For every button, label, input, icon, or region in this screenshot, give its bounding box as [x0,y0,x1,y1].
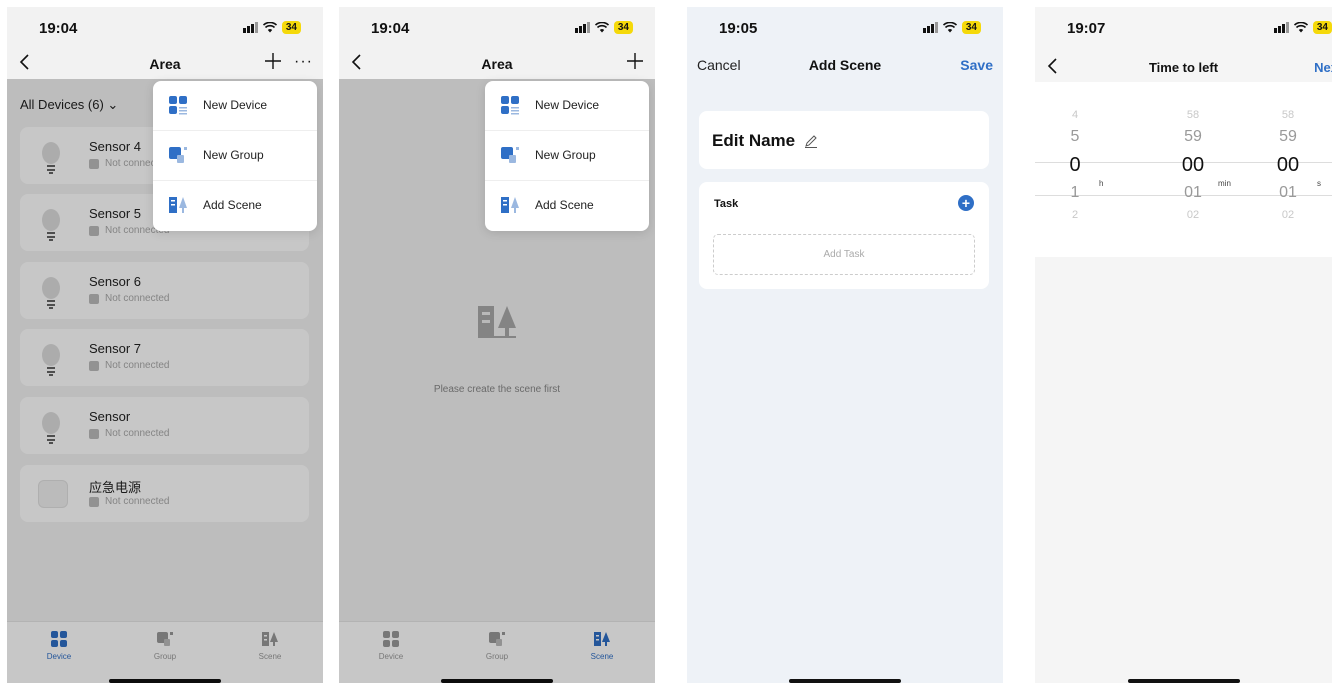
home-indicator [789,679,901,683]
home-indicator [1127,679,1240,683]
pencil-icon[interactable] [804,134,818,148]
page-title: Add Scene [808,57,882,73]
page-title: Area [481,56,513,72]
page-body [1035,257,1332,683]
seconds-wheel[interactable]: 58 59 00 01 02 [1268,104,1308,226]
status-time: 19:04 [371,20,410,37]
unit-seconds: s [1317,179,1321,188]
new-group-icon [501,147,519,163]
new-device-icon [501,96,519,115]
wifi-icon [1293,22,1308,33]
task-card: Task + Add Task [699,182,989,289]
status-time: 19:05 [719,20,758,37]
battery-indicator: 34 [961,21,981,34]
phone-add-scene: 19:05 34 Cancel Add Scene Save Edit Name… [687,7,1003,683]
signal-icon [1273,22,1289,33]
new-group-icon [169,147,187,163]
nav-bar: Time to left Nex [1035,53,1332,83]
status-icons: 34 [922,21,981,34]
unit-hours: h [1099,179,1104,188]
add-menu: New Device New Group Add Scene [485,81,649,231]
task-header: Task [714,198,739,210]
menu-item-add-scene[interactable]: Add Scene [485,181,649,231]
nav-bar: Area [339,49,655,79]
menu-item-add-scene[interactable]: Add Scene [153,181,317,231]
stage: 19:04 34 Area ··· All Devices (6) ⌄ Sens… [0,0,1332,683]
plus-icon[interactable] [263,51,283,71]
battery-indicator: 34 [1312,21,1332,34]
battery-indicator: 34 [281,21,301,34]
nav-bar: Area ··· [7,49,323,79]
page-title: Time to left [1148,60,1219,75]
new-device-icon [169,96,187,115]
scene-name-card[interactable]: Edit Name [699,111,989,169]
status-icons: 34 [242,21,301,34]
scene-name: Edit Name [712,131,796,150]
battery-indicator: 34 [613,21,633,34]
unit-minutes: min [1218,179,1231,188]
status-bar: 19:05 34 [687,7,1003,47]
add-task-plus-icon[interactable]: + [958,195,974,211]
status-bar: 19:04 34 [339,7,655,47]
phone-time-picker: 19:07 34 Time to left Nex 4 5 0 1 2 58 [1035,7,1332,683]
signal-icon [242,22,258,33]
time-picker[interactable]: 4 5 0 1 2 58 59 00 01 02 58 59 00 01 02 [1035,82,1332,257]
status-bar: 19:04 34 [7,7,323,47]
add-task-button[interactable]: Add Task [713,234,975,275]
status-time: 19:04 [39,20,78,37]
plus-icon[interactable] [625,51,645,71]
next-button[interactable]: Nex [1314,60,1332,75]
status-icons: 34 [574,21,633,34]
wifi-icon [262,22,277,33]
add-scene-icon [169,197,187,213]
minutes-wheel[interactable]: 58 59 00 01 02 [1173,104,1213,226]
status-time: 19:07 [1067,20,1106,37]
phone-device-list: 19:04 34 Area ··· All Devices (6) ⌄ Sens… [7,7,323,683]
menu-item-new-device[interactable]: New Device [485,81,649,131]
signal-icon [574,22,590,33]
more-icon[interactable]: ··· [294,53,313,71]
wifi-icon [594,22,609,33]
save-button[interactable]: Save [960,57,993,73]
menu-item-new-group[interactable]: New Group [153,131,317,181]
menu-item-new-group[interactable]: New Group [485,131,649,181]
add-scene-icon [501,197,519,213]
wifi-icon [942,22,957,33]
phone-scene-empty: 19:04 34 Area Please create the scene fi… [339,7,655,683]
add-menu: New Device New Group Add Scene [153,81,317,231]
signal-icon [922,22,938,33]
status-bar: 19:07 34 [1035,7,1332,47]
menu-item-new-device[interactable]: New Device [153,81,317,131]
hours-wheel[interactable]: 4 5 0 1 2 [1060,104,1090,226]
status-icons: 34 [1273,21,1332,34]
